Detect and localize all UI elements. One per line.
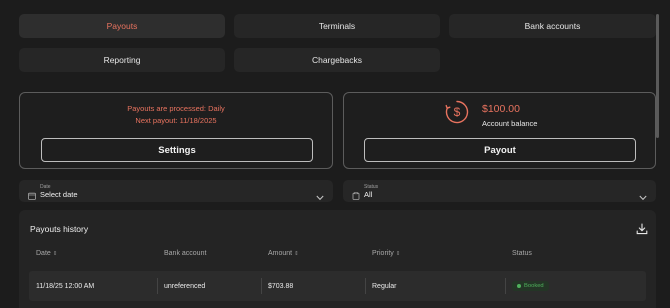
table-row[interactable]: 11/18/25 12:00 AM unreferenced $703.88 R… (29, 271, 646, 301)
date-filter[interactable]: Date Select date (19, 180, 333, 202)
status-filter-value: All (364, 190, 373, 199)
tab-payouts[interactable]: Payouts (19, 14, 225, 38)
clipboard-icon (352, 187, 360, 205)
column-header-bank-account-label: Bank account (164, 250, 207, 257)
settings-button[interactable]: Settings (41, 138, 313, 162)
sort-icon: ⇕ (52, 251, 58, 257)
sort-icon: ⇕ (395, 251, 401, 257)
date-filter-value: Select date (40, 190, 78, 199)
next-payout-text: Next payout: 11/18/2025 (135, 116, 217, 125)
chevron-down-icon (639, 188, 647, 206)
payouts-history-title: Payouts history (30, 224, 89, 234)
column-divider (365, 278, 366, 294)
column-header-priority[interactable]: Priority ⇕ (372, 250, 400, 257)
column-header-bank-account: Bank account (164, 250, 206, 257)
tab-bank-accounts[interactable]: Bank accounts (449, 14, 656, 38)
balance-amount: $100.00 (482, 103, 520, 115)
svg-text:$: $ (454, 105, 461, 119)
tab-reporting[interactable]: Reporting (19, 48, 225, 72)
column-divider (261, 278, 262, 294)
download-icon[interactable] (636, 222, 648, 240)
column-header-status: Status (512, 250, 532, 257)
dollar-circle-icon: $ (445, 100, 469, 129)
tab-chargebacks[interactable]: Chargebacks (234, 48, 440, 72)
chevron-down-icon (316, 188, 324, 206)
tab-terminals[interactable]: Terminals (234, 14, 440, 38)
sort-icon: ⇕ (294, 251, 299, 257)
status-badge-label: Booked (524, 283, 544, 289)
payout-frequency-text: Payouts are processed: Daily (127, 104, 225, 113)
status-dot-icon (517, 284, 521, 288)
column-header-priority-label: Priority (372, 250, 394, 257)
payout-schedule-card: Payouts are processed: Daily Next payout… (19, 92, 333, 169)
row-bank-account: unreferenced (164, 282, 206, 290)
balance-label: Account balance (482, 119, 538, 128)
column-header-status-label: Status (512, 250, 532, 257)
row-date: 11/18/25 12:00 AM (36, 282, 95, 290)
row-priority: Regular (372, 282, 397, 290)
row-status: Booked (512, 271, 549, 301)
payout-button[interactable]: Payout (364, 138, 636, 162)
column-header-date-label: Date (36, 250, 51, 257)
column-divider (157, 278, 158, 294)
status-filter[interactable]: Status All (343, 180, 656, 202)
calendar-icon (28, 187, 36, 205)
column-header-date[interactable]: Date ⇕ (36, 250, 57, 257)
scrollbar-thumb[interactable] (656, 14, 659, 138)
status-badge: Booked (512, 281, 549, 291)
column-header-amount-label: Amount (268, 250, 293, 257)
column-header-amount[interactable]: Amount ⇕ (268, 250, 299, 257)
row-amount: $703.88 (268, 282, 294, 290)
account-balance-card: $ $100.00 Account balance Payout (343, 92, 656, 169)
payouts-history-panel: Payouts history Date ⇕ Bank account Amoun… (19, 210, 656, 308)
column-divider (505, 278, 506, 294)
